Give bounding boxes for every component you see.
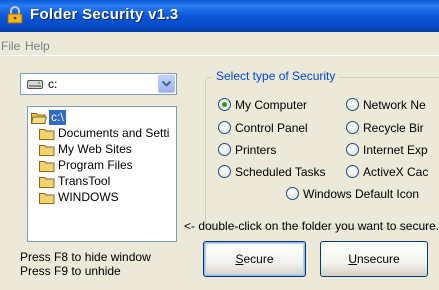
radio-label: My Computer: [235, 98, 308, 112]
radio-label: Printers: [235, 143, 277, 157]
radio-unchecked-icon: [286, 187, 299, 200]
menu-help[interactable]: Help: [25, 39, 50, 53]
hard-drive-icon: [27, 80, 43, 89]
radio-unchecked-icon: [346, 121, 359, 134]
radio-label: Recycle Bir: [363, 121, 424, 135]
unsecure-accelerator: U: [348, 252, 357, 266]
radio-unchecked-icon: [218, 165, 231, 178]
radio-unchecked-icon: [346, 165, 359, 178]
radio-label: ActiveX Cac: [363, 165, 429, 179]
folder-icon: [39, 145, 55, 156]
folder-label: TransTool: [58, 174, 111, 188]
folder-icon: [39, 161, 55, 172]
radio-label: Internet Exp: [363, 143, 428, 157]
folder-icon: [39, 129, 55, 140]
radio-label: Windows Default Icon: [303, 187, 420, 201]
folder-icon: [39, 193, 55, 204]
menu-file[interactable]: File: [1, 39, 20, 53]
unsecure-button[interactable]: Unsecure: [320, 241, 428, 277]
secure-button[interactable]: Secure: [203, 241, 306, 277]
drive-select[interactable]: c:: [20, 73, 177, 95]
radio-label: Control Panel: [235, 121, 308, 135]
secure-label: ecure: [243, 252, 274, 266]
radio-label: Scheduled Tasks: [235, 165, 326, 179]
folder-label: WINDOWS: [58, 190, 119, 204]
hide-window-hint: Press F8 to hide window: [20, 250, 151, 264]
folder-item[interactable]: Program Files: [28, 158, 176, 173]
unsecure-label: nsecure: [356, 252, 400, 266]
chevron-down-icon: [162, 81, 171, 87]
unhide-window-hint: Press F9 to unhide: [20, 264, 121, 278]
radio-unchecked-icon: [218, 143, 231, 156]
folder-lock-icon: [7, 6, 23, 24]
folder-item[interactable]: My Web Sites: [28, 142, 176, 157]
folder-label: My Web Sites: [58, 142, 132, 156]
menu-bar: File Help: [0, 32, 439, 56]
folder-item[interactable]: c:\: [28, 110, 176, 125]
title-bar[interactable]: Folder Security v1.3: [0, 0, 439, 32]
folder-icon: [39, 177, 55, 188]
radio-unchecked-icon: [346, 98, 359, 111]
drive-label: c:: [48, 77, 58, 91]
folder-item[interactable]: WINDOWS: [28, 190, 176, 205]
radio-checked-icon: [218, 98, 231, 111]
radio-unchecked-icon: [346, 143, 359, 156]
security-group-title: Select type of Security: [213, 69, 339, 83]
window-title: Folder Security v1.3: [30, 6, 179, 23]
folder-label: c:\: [49, 110, 66, 125]
folder-item[interactable]: TransTool: [28, 174, 176, 189]
dropdown-button[interactable]: [158, 75, 175, 93]
folder-label: Documents and Setti: [58, 126, 170, 140]
instruction-text: <- double-click on the folder you want t…: [184, 219, 439, 233]
radio-label: Network Ne: [363, 98, 426, 112]
folder-tree[interactable]: c:\ Documents and Setti My Web Sites Pro…: [27, 106, 177, 242]
folder-label: Program Files: [58, 158, 133, 172]
folder-item[interactable]: Documents and Setti: [28, 126, 176, 141]
radio-unchecked-icon: [218, 121, 231, 134]
open-folder-icon: [31, 113, 47, 124]
